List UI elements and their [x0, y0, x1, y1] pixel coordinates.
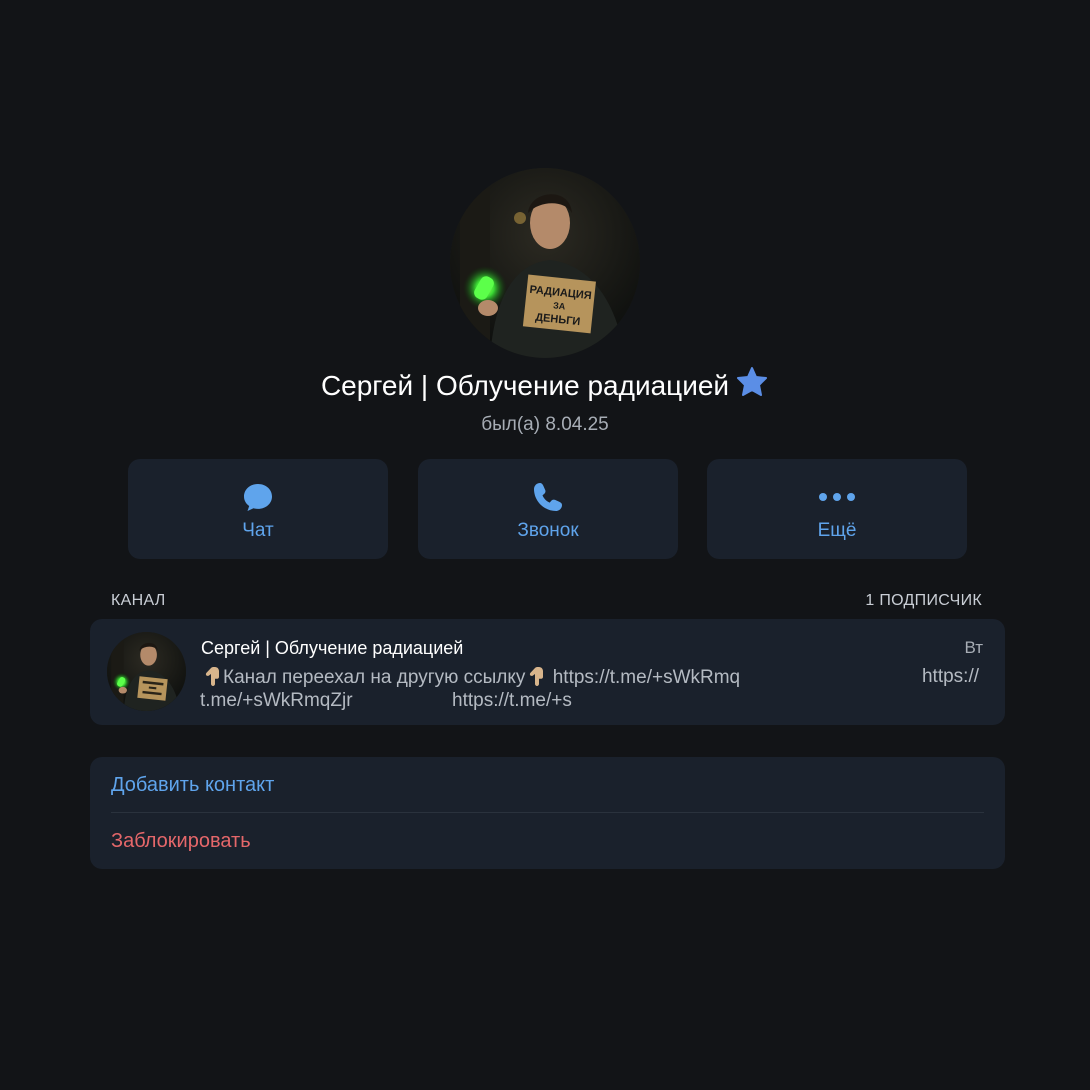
avatar-image: РАДИАЦИЯ ЗА ДЕНЬГИ: [450, 168, 640, 358]
profile-page: РАДИАЦИЯ ЗА ДЕНЬГИ Сергей | Облучение ра…: [0, 0, 1090, 1090]
channel-preview-link-1[interactable]: https://t.me/+sWkRmq: [553, 667, 740, 688]
subscriber-count: 1 ПОДПИСЧИК: [865, 592, 982, 609]
more-button-label: Ещё: [817, 520, 857, 541]
options-divider: [111, 812, 984, 813]
channel-section-title: КАНАЛ: [111, 592, 166, 609]
channel-date: Вт: [964, 638, 983, 657]
channel-preview-link-4[interactable]: https://t.me/+s: [452, 689, 572, 713]
call-button[interactable]: Звонок: [418, 459, 678, 559]
call-button-label: Звонок: [517, 520, 579, 541]
profile-status: был(а) 8.04.25: [481, 414, 609, 435]
more-dots-icon: [819, 493, 855, 501]
profile-name-text: Сергей | Облучение радиацией: [320, 370, 730, 401]
channel-preview-line1: Канал переехал на другую ссылку https://…: [201, 665, 740, 690]
block-button[interactable]: Заблокировать: [111, 828, 251, 854]
profile-name: Сергей | Облучение радиацией: [0, 366, 1090, 405]
chat-button[interactable]: Чат: [128, 459, 388, 559]
profile-avatar[interactable]: РАДИАЦИЯ ЗА ДЕНЬГИ: [450, 168, 640, 358]
channel-preview-link-3[interactable]: t.me/+sWkRmqZjr: [200, 689, 353, 713]
channel-avatar: [107, 632, 186, 711]
channel-name: Сергей | Облучение радиацией: [201, 638, 464, 658]
chat-button-label: Чат: [242, 520, 274, 541]
pointing-down-hand-icon: [205, 667, 219, 686]
channel-card[interactable]: Сергей | Облучение радиацией Вт Канал пе…: [90, 619, 1005, 725]
channel-avatar-image: [107, 632, 186, 711]
phone-icon: [534, 483, 562, 511]
channel-preview-link-2[interactable]: https://: [922, 665, 979, 689]
avatar-sign-line2: ЗА: [553, 300, 567, 311]
pointing-down-hand-icon: [530, 667, 544, 686]
chat-bubble-icon: [244, 484, 272, 511]
channel-preview-text: Канал переехал на другую ссылку: [223, 667, 526, 688]
star-badge-icon[interactable]: [735, 366, 769, 400]
add-contact-button[interactable]: Добавить контакт: [111, 772, 274, 798]
options-card: Добавить контакт Заблокировать: [90, 757, 1005, 869]
more-button[interactable]: Ещё: [707, 459, 967, 559]
